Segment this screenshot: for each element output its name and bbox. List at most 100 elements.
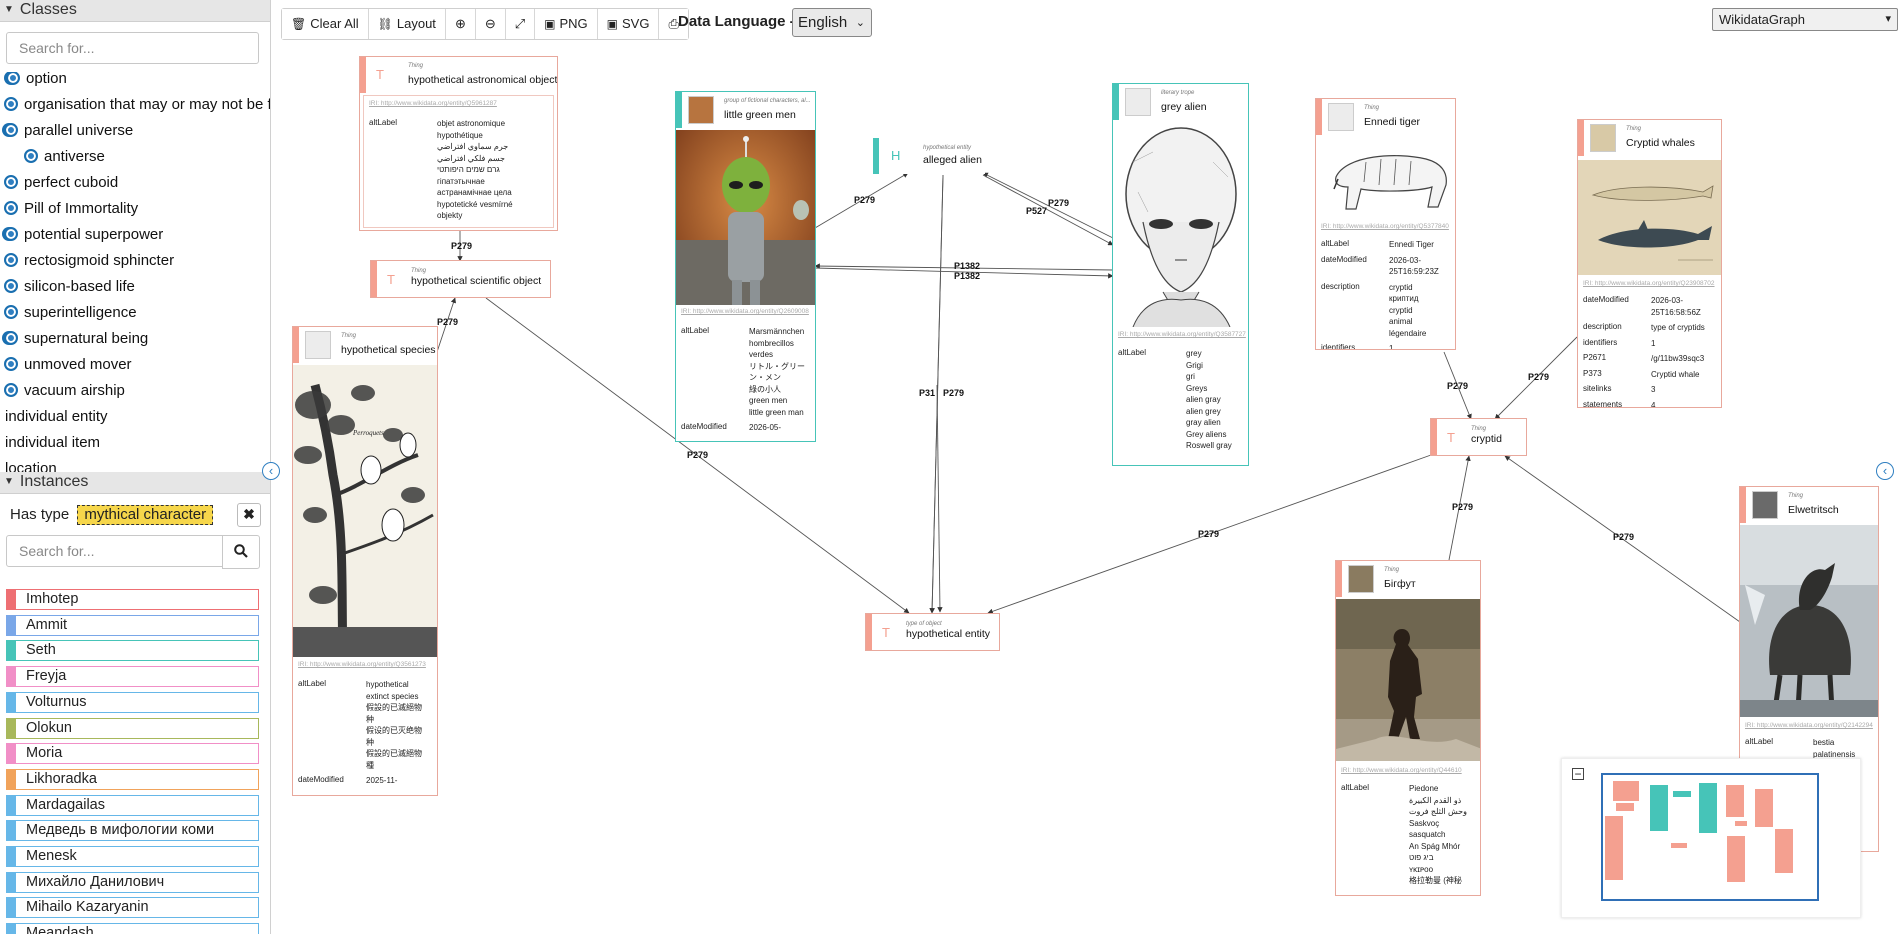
node-iri[interactable]: IRI: http://www.wikidata.org/entity/Q356… <box>298 661 426 668</box>
property-value: 假设的已灭绝物 <box>366 726 422 735</box>
node-label: Ennedi tiger <box>1364 116 1421 128</box>
tree-birds-engraving: Perroquets <box>293 365 437 657</box>
node-ennedi-tiger[interactable]: Thing Ennedi tiger IRI: http://www.wikid… <box>1315 98 1456 350</box>
elwetritsch-statue-photo <box>1740 525 1878 717</box>
property-value: hypothetical <box>366 680 409 689</box>
node-alleged-alien-being[interactable]: H hypothetical entity alleged alien bein… <box>873 138 985 174</box>
edge-label: P279 <box>1198 529 1219 539</box>
property-value: objet astronomique <box>437 119 506 128</box>
property-values: objet astronomique hypothétique جرم سماوي … <box>437 118 549 222</box>
node-hypothetical-species[interactable]: Thing hypothetical species Perroquets IR… <box>292 326 438 796</box>
node-iri[interactable]: IRI: http://www.wikidata.org/entity/Q446… <box>1341 767 1462 774</box>
property-values: grey Grigi gri Greys alien gray alien grey gra… <box>1186 348 1244 452</box>
property-key: altLabel <box>1321 239 1350 248</box>
property-value: /g/11bw39sqc3 <box>1651 354 1705 363</box>
node-iri[interactable]: IRI: http://www.wikidata.org/entity/Q239… <box>1583 280 1715 287</box>
property-key: sitelinks <box>1583 384 1612 393</box>
edge-line[interactable] <box>936 384 943 613</box>
property-values: bestia palatinensis <box>1813 737 1874 760</box>
node-kind: Thing <box>408 63 424 69</box>
node-props: altLabel Marsmännchen hombrecillos verdes リト… <box>681 326 811 438</box>
thing-type-icon: T <box>376 67 384 82</box>
property-value: type of cryptids <box>1651 323 1705 332</box>
property-key: identifiers <box>1583 337 1618 347</box>
node-thumbnail <box>1125 88 1151 116</box>
property-value: 种 <box>366 714 374 724</box>
node-image <box>1578 160 1721 275</box>
node-cryptid[interactable]: T Thing cryptid <box>1430 418 1527 456</box>
node-label: cryptid <box>1471 433 1502 445</box>
edge-line[interactable] <box>982 174 1114 246</box>
image-caption: Perroquets <box>352 429 384 437</box>
property-value: cryptid <box>1389 305 1413 315</box>
property-values: Ennedi Tiger <box>1389 239 1451 251</box>
property-values: 1 <box>1389 343 1451 349</box>
minimap-node <box>1775 829 1793 873</box>
minimap-node <box>1613 781 1639 801</box>
property-values: 2026-05- <box>749 422 811 434</box>
node-hypothetical-astronomical-object[interactable]: T Thing hypothetical astronomical object… <box>359 56 558 231</box>
property-value: bestia <box>1813 738 1835 747</box>
property-key: altLabel <box>298 679 327 688</box>
property-value: Cryptid whale <box>1651 369 1700 379</box>
node-iri[interactable]: IRI: http://www.wikidata.org/entity/Q596… <box>369 100 497 107</box>
property-value: alien gray <box>1186 395 1221 404</box>
node-grey-alien[interactable]: literary trope grey alien IRI: http://ww… <box>1112 83 1249 466</box>
node-header: Thing Elwetritsch <box>1740 487 1878 523</box>
property-row: altLabel Piedone ذو القدم الكبيرة وحش الثلج… <box>1341 783 1476 887</box>
node-little-green-men[interactable]: group of fictional characters, al... lit… <box>675 91 816 442</box>
property-value: 25T16:59:23Z <box>1389 267 1439 276</box>
node-kind: Thing <box>1384 567 1400 573</box>
property-key: dateModified <box>1583 295 1629 304</box>
property-value: 2026-05- <box>749 423 782 432</box>
node-header: Thing hypothetical species <box>293 327 437 363</box>
property-value: جرم سماوي افتراضي <box>437 142 509 151</box>
property-key: identifiers <box>1321 343 1356 350</box>
node-bigfoot[interactable]: Thing Бігфут IRI: http://www.wikidata.or… <box>1335 560 1481 896</box>
property-value: Marsmännchen <box>749 327 805 336</box>
property-values: 1 <box>1651 338 1717 350</box>
minimap-node <box>1735 821 1747 826</box>
property-value: وحش الثلج فروت <box>1409 807 1467 816</box>
property-value: Piedone <box>1409 784 1439 793</box>
property-value: ביג פוט <box>1409 853 1434 862</box>
node-iri[interactable]: IRI: http://www.wikidata.org/entity/Q260… <box>681 308 809 315</box>
property-value: גרם שמים היפותטי <box>437 165 500 174</box>
property-value: Roswell gray <box>1186 441 1232 450</box>
property-value: sasquatch <box>1409 830 1446 839</box>
node-iri[interactable]: IRI: http://www.wikidata.org/entity/Q214… <box>1745 722 1873 729</box>
property-value: جسم فلكي افتراضي <box>437 153 505 163</box>
node-label: grey alien <box>1161 101 1207 113</box>
node-iri[interactable]: IRI: http://www.wikidata.org/entity/Q358… <box>1118 331 1246 338</box>
node-hypothetical-scientific-object[interactable]: T Thing hypothetical scientific object <box>370 260 551 298</box>
property-value: Saskvoç <box>1409 818 1440 828</box>
minimap[interactable]: − <box>1561 758 1861 918</box>
node-label: little green men <box>724 109 796 121</box>
node-body: IRI: http://www.wikidata.org/entity/Q596… <box>363 95 554 228</box>
node-header: group of fictional characters, al... lit… <box>676 92 815 128</box>
minimap-node <box>1727 836 1745 882</box>
node-props: altLabel Ennedi Tiger dateModified 2026-03-… <box>1321 239 1451 350</box>
thing-type-icon: T <box>1447 430 1455 445</box>
node-iri[interactable]: IRI: http://www.wikidata.org/entity/Q537… <box>1321 223 1449 230</box>
node-kind: Thing <box>1788 493 1804 499</box>
property-key: dateModified <box>681 422 727 431</box>
edge-label: P279 <box>943 388 964 398</box>
property-value: 种 <box>366 737 374 747</box>
property-value: 2026-03- <box>1651 296 1684 305</box>
property-values: Marsmännchen hombrecillos verdes リトル・グリー ン・メ… <box>749 326 811 418</box>
property-value: grey <box>1186 349 1202 358</box>
property-value: alien grey <box>1186 406 1221 416</box>
node-thumbnail <box>688 96 714 124</box>
minus-icon: − <box>1574 767 1582 781</box>
property-key: P2671 <box>1583 353 1607 362</box>
node-hypothetical-entity[interactable]: T type of object hypothetical entity <box>865 613 1000 651</box>
property-value: криптид <box>1389 294 1419 303</box>
property-value: 假設的已滅絕物 <box>366 749 422 758</box>
node-cryptid-whales[interactable]: Thing Cryptid whales IRI: http://www.wik… <box>1577 119 1722 408</box>
property-value: légendaire <box>1389 328 1427 338</box>
minimap-collapse-button[interactable]: − <box>1572 768 1584 780</box>
property-row: altLabel Marsmännchen hombrecillos verdes リト… <box>681 326 811 418</box>
property-key: statements <box>1583 399 1623 408</box>
property-key: altLabel <box>1118 348 1147 357</box>
